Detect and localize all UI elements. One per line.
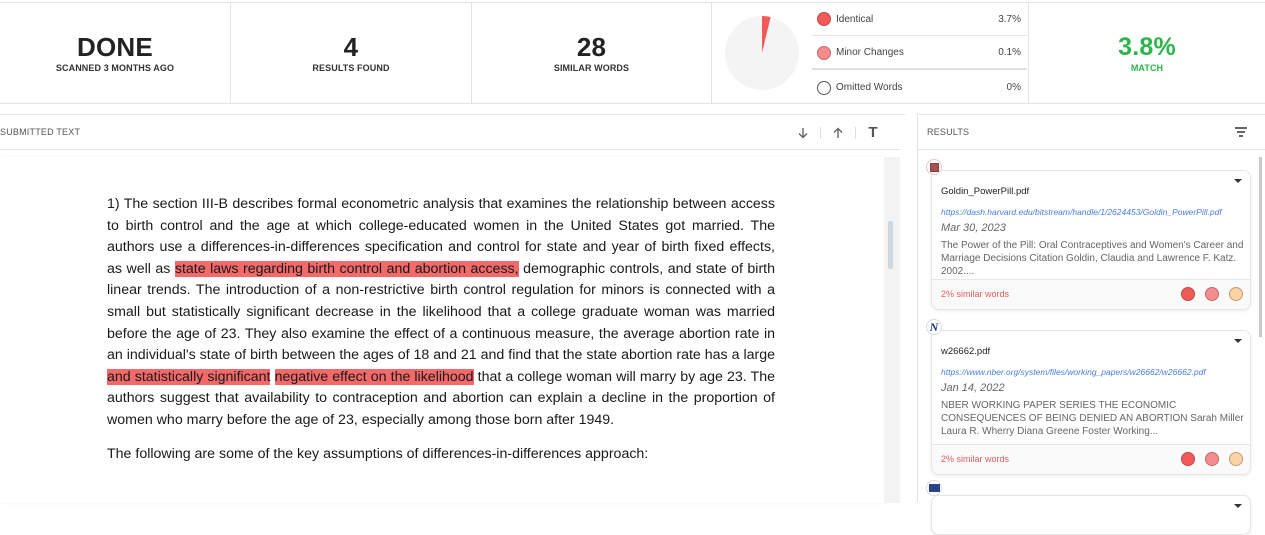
document-scrollbar[interactable] (884, 157, 900, 503)
minor-changes-dot-icon[interactable] (1205, 452, 1219, 466)
arrow-down-icon (798, 127, 808, 138)
result-match-types (1181, 287, 1243, 301)
filter-icon[interactable] (1235, 127, 1247, 137)
expand-caret-icon[interactable] (1234, 179, 1242, 183)
result-url[interactable]: https://www.nber.org/system/files/workin… (941, 367, 1243, 377)
legend-label: Omitted Words (836, 82, 903, 93)
document-paragraph: The following are some of the key assump… (107, 444, 775, 466)
arrow-up-icon (833, 127, 843, 138)
next-match-button[interactable] (786, 123, 820, 143)
result-match-types (1181, 452, 1243, 466)
text-segment (270, 369, 274, 385)
results-header: RESULTS (918, 115, 1265, 150)
results-title: RESULTS (927, 127, 970, 137)
result-card[interactable]: w26662.pdf https://www.nber.org/system/f… (931, 330, 1251, 475)
highlighted-match[interactable]: and statistically significant (107, 368, 271, 385)
result-card[interactable]: Goldin_PowerPill.pdf https://dash.harvar… (931, 170, 1251, 310)
result-similarity: 2% similar words (941, 289, 1010, 299)
results-found-label: RESULTS FOUND (312, 63, 390, 73)
scan-status: DONE SCANNED 3 MONTHS AGO (0, 3, 231, 103)
previous-match-button[interactable] (821, 123, 855, 143)
identical-dot-icon[interactable] (1181, 452, 1195, 466)
result-date: Mar 30, 2023 (941, 222, 1006, 234)
match-pie-chart (712, 3, 812, 103)
ssrn-icon (926, 480, 942, 496)
result-footer: 2% similar words (932, 444, 1250, 474)
legend-row-identical[interactable]: Identical 3.7% (812, 3, 1027, 36)
scan-summary-bar: DONE SCANNED 3 MONTHS AGO 4 RESULTS FOUN… (0, 2, 1265, 104)
submitted-text-header: SUBMITTED TEXT T (0, 115, 900, 150)
text-segment: The following are some of the key assump… (107, 445, 649, 462)
results-scrollbar-thumb[interactable] (1259, 157, 1262, 337)
omitted-words-dot-icon (817, 80, 831, 95)
identical-dot-icon (817, 12, 831, 26)
legend-row-minor-changes[interactable]: Minor Changes 0.1% (812, 37, 1027, 70)
legend-percent: 0.1% (998, 47, 1021, 58)
text-toolbar: T (786, 115, 890, 150)
document-viewer[interactable]: 1) The section III-B describes formal ec… (0, 157, 884, 503)
result-filename: Goldin_PowerPill.pdf (941, 186, 1030, 197)
legend-row-omitted-words[interactable]: Omitted Words 0% (812, 71, 1027, 104)
paraphrased-dot-icon[interactable] (1229, 287, 1243, 301)
submitted-text-title: SUBMITTED TEXT (0, 127, 81, 137)
legend-percent: 3.7% (998, 13, 1021, 25)
results-found: 4 RESULTS FOUND (231, 3, 472, 103)
result-excerpt: The Power of the Pill: Oral Contraceptiv… (941, 240, 1244, 277)
match-pie-svg (725, 16, 799, 90)
overall-match: 3.8% MATCH (1029, 3, 1265, 103)
overall-match-value: 3.8% (1118, 33, 1176, 61)
highlighted-match[interactable]: state laws regarding birth control and a… (174, 260, 519, 277)
document-text: 1) The section III-B describes formal ec… (107, 194, 775, 477)
result-filename: w26662.pdf (941, 346, 991, 357)
minor-changes-dot-icon[interactable] (1205, 287, 1219, 301)
results-found-value: 4 (343, 32, 359, 62)
overall-match-label: MATCH (1130, 63, 1164, 73)
similar-words: 28 SIMILAR WORDS (472, 3, 712, 103)
result-footer: 2% similar words (932, 279, 1250, 309)
document-scrollbar-thumb[interactable] (888, 221, 893, 269)
nber-icon: N (926, 319, 942, 335)
results-scrollbar[interactable] (1258, 157, 1265, 503)
result-similarity: 2% similar words (941, 454, 1010, 464)
legend-percent: 0% (1006, 82, 1021, 93)
legend-label: Identical (836, 13, 874, 25)
text-format-button[interactable]: T (856, 123, 890, 143)
scan-status-value: DONE (77, 32, 153, 62)
scan-status-label: SCANNED 3 MONTHS AGO (55, 63, 175, 73)
harvard-icon (926, 159, 942, 175)
similar-words-label: SIMILAR WORDS (553, 63, 630, 73)
result-date: Jan 14, 2022 (941, 382, 1005, 394)
results-panel: RESULTS Goldin_PowerPill.pdf https://das… (917, 114, 1265, 535)
minor-changes-dot-icon (817, 45, 831, 60)
paraphrased-dot-icon[interactable] (1229, 452, 1243, 466)
result-excerpt: NBER WORKING PAPER SERIES THE ECONOMIC C… (941, 400, 1244, 437)
highlighted-match[interactable]: negative effect on the likelihood (274, 368, 474, 385)
text-format-icon: T (868, 124, 878, 141)
expand-caret-icon[interactable] (1234, 339, 1242, 343)
similar-words-value: 28 (576, 32, 607, 62)
document-paragraph: 1) The section III-B describes formal ec… (107, 194, 775, 432)
legend-label: Minor Changes (836, 47, 904, 58)
identical-dot-icon[interactable] (1181, 287, 1195, 301)
result-card[interactable] (931, 495, 1251, 535)
match-breakdown-legend: Identical 3.7% Minor Changes 0.1% Omitte… (812, 3, 1029, 103)
result-url[interactable]: https://dash.harvard.edu/bitstream/handl… (941, 207, 1243, 217)
expand-caret-icon[interactable] (1234, 504, 1242, 508)
submitted-text-panel: SUBMITTED TEXT T 1) The section III-B de… (0, 114, 905, 503)
